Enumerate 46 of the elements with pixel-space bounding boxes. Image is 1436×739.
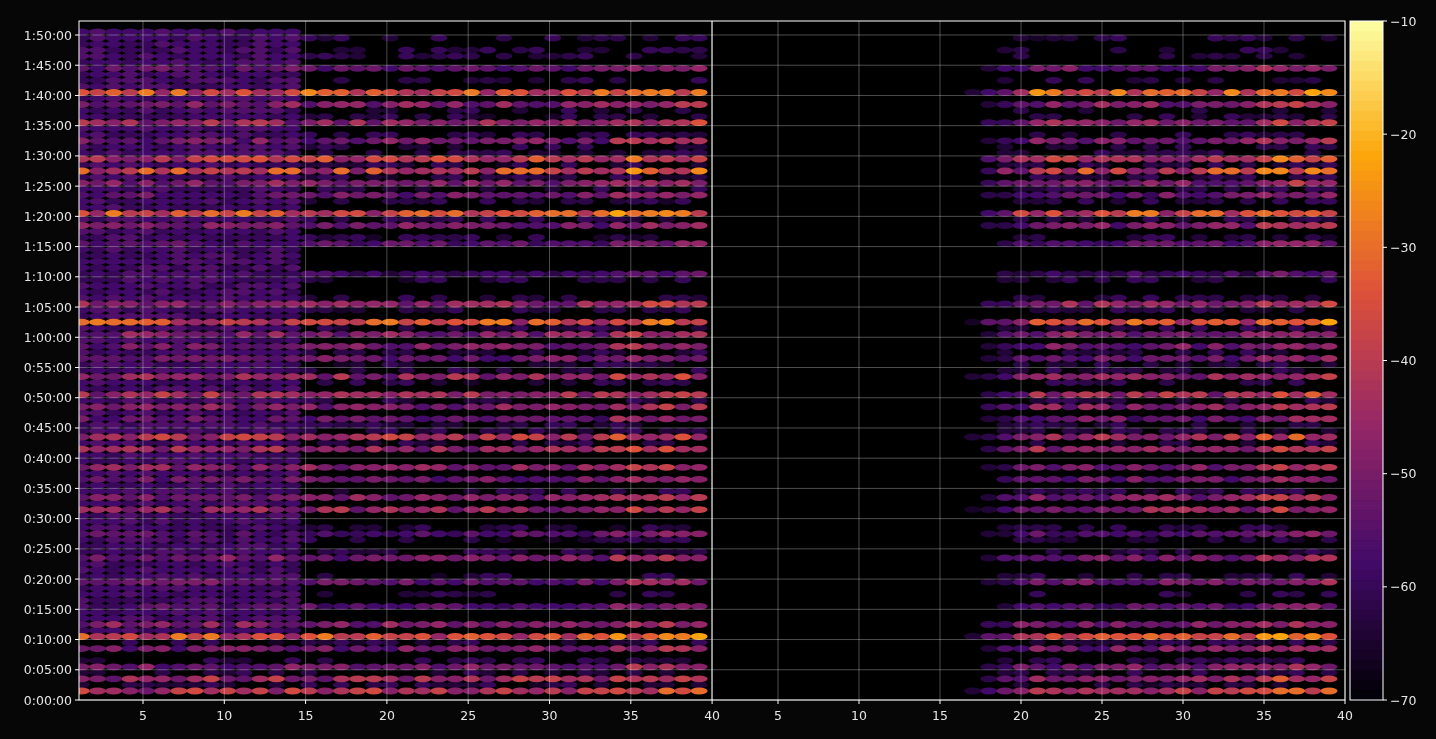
colorbar-tick-label: −50: [1390, 466, 1417, 482]
y-tick-label: 1:00:00: [23, 329, 72, 345]
y-tick-label: 0:20:00: [23, 571, 72, 587]
y-tick-label: 1:50:00: [23, 27, 72, 43]
y-tick-label: 0:55:00: [23, 360, 72, 375]
y-tick-label: 0:05:00: [23, 662, 72, 678]
x-tick-label: 30: [541, 708, 558, 723]
x-tick-label: 15: [297, 708, 314, 723]
x-tick-label: 5: [139, 708, 147, 723]
x-tick-label: 25: [460, 708, 477, 723]
y-tick-label: 0:10:00: [23, 632, 72, 648]
x-tick-label: 10: [851, 708, 867, 723]
y-tick-label: 0:25:00: [23, 541, 72, 557]
colorbar-tick-label: −70: [1390, 692, 1417, 708]
y-tick-label: 1:20:00: [23, 208, 72, 224]
y-tick-label: 1:15:00: [23, 239, 72, 255]
y-tick-label: 0:15:00: [23, 601, 72, 617]
x-tick-label: 35: [1256, 708, 1272, 723]
y-tick-label: 1:10:00: [23, 269, 72, 285]
y-tick-label: 0:40:00: [23, 450, 72, 466]
x-tick-label: 20: [378, 708, 395, 723]
x-tick-label: 15: [932, 708, 948, 723]
y-tick-label: 1:35:00: [23, 118, 72, 134]
colorbar-tick-label: −10: [1390, 13, 1417, 29]
y-tick-label: 0:35:00: [23, 480, 72, 496]
x-tick-label: 40: [1337, 708, 1353, 723]
x-tick-label: 25: [1094, 708, 1110, 723]
x-tick-label: 30: [1175, 708, 1191, 723]
colorbar-tick-label: −60: [1390, 579, 1417, 595]
y-tick-label: 1:45:00: [23, 57, 72, 73]
y-tick-label: 1:40:00: [23, 87, 72, 103]
x-tick-label: 20: [1013, 708, 1029, 723]
y-tick-label: 1:05:00: [23, 299, 72, 315]
y-tick-label: 0:30:00: [23, 511, 72, 527]
y-tick-label: 1:30:00: [23, 148, 72, 164]
x-tick-label: 5: [774, 708, 782, 723]
y-tick-label: 0:45:00: [23, 420, 72, 436]
x-tick-label: 40: [704, 708, 721, 723]
y-tick-label: 0:00:00: [23, 692, 72, 708]
colorbar-tick-label: −30: [1390, 239, 1417, 255]
colorbar-tick-label: −40: [1390, 353, 1417, 368]
colorbar-tick-label: −20: [1390, 126, 1417, 142]
y-tick-label: 1:25:00: [23, 178, 72, 194]
x-tick-label: 10: [216, 708, 233, 723]
y-tick-label: 0:50:00: [23, 390, 72, 406]
x-tick-label: 35: [622, 708, 639, 723]
